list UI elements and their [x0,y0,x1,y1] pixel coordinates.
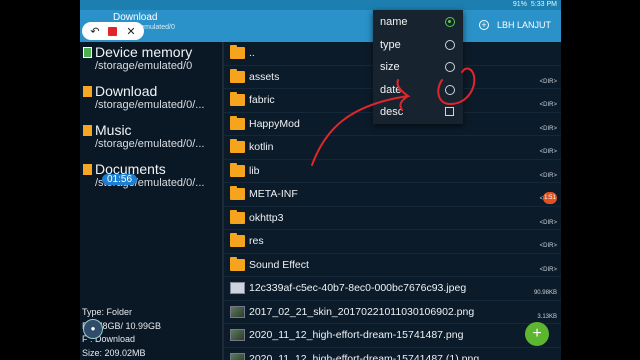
sort-option-type[interactable]: type [373,34,463,57]
place-name: Device memory [95,44,193,60]
file-meta: 3.13KB [537,313,557,320]
file-row[interactable]: kotlin <DIR> [224,136,561,160]
image-file-icon [230,305,245,318]
file-name: 12c339af-c5ec-40b7-8ec0-000bc7676c93.jpe… [249,282,467,294]
place-name: Music [95,122,132,138]
file-row[interactable]: lib <DIR> [224,160,561,183]
recording-timer: 01:56 [102,174,138,185]
place-path: /storage/emulated/0/... [95,138,205,150]
file-name: META-INF [249,188,298,200]
sort-option-label: date [380,83,402,96]
sort-option-label: size [380,61,400,73]
file-name: res [249,235,264,247]
add-fab-button[interactable]: + [525,322,549,346]
folder-icon [83,163,92,175]
file-row[interactable]: 12c339af-c5ec-40b7-8ec0-000bc7676c93.jpe… [224,277,561,301]
place-path: /storage/emulated/0 [95,60,193,72]
file-meta: <DIR> [539,102,557,108]
info-size: Size: 209.02MB [82,347,146,358]
notification-badge: 1:51 [543,192,557,204]
folder-icon [230,115,245,130]
place-device-memory[interactable]: Device memory /storage/emulated/0 [83,44,192,72]
app-header: Download /storage/emulated/0 + LBH LANJU… [80,10,561,42]
stop-record-icon[interactable] [108,26,118,36]
place-download[interactable]: Download /storage/emulated/0/... [83,83,204,111]
file-name: HappyMod [249,117,300,130]
file-meta: <DIR> [539,243,557,249]
sort-option-date[interactable]: date [373,79,463,102]
folder-icon [230,68,245,83]
screen-recorder-bar: ↶ ✕ [82,22,144,40]
radio-button[interactable] [445,17,455,27]
sort-menu: name type size date desc [373,10,463,124]
more-actions-label: LBH LANJUT [496,20,551,30]
file-meta: <DIR> [539,266,557,273]
place-documents[interactable]: Documents /storage/emulated/0/... [83,161,204,189]
file-meta: <DIR> [539,125,557,132]
folder-icon [83,85,92,97]
recorder-avatar-icon[interactable]: ● [83,319,103,339]
file-name: Sound Effect [249,258,309,271]
file-name: 2020_11_12_high-effort-dream-15741487 (1… [249,352,480,360]
more-actions-button[interactable]: + LBH LANJUT [478,20,551,30]
file-row[interactable]: 2020_11_12_high-effort-dream-15741487.pn… [224,324,561,348]
file-manager-screen: 91% 5:33 PM Download /storage/emulated/0… [80,0,561,360]
file-name: okhttp3 [249,211,284,224]
folder-icon [83,124,92,136]
folder-icon [230,162,245,177]
sort-option-label: name [380,16,408,28]
folder-icon [230,92,245,106]
folder-icon [230,209,245,224]
radio-button[interactable] [445,39,455,50]
radio-button[interactable] [445,84,455,95]
file-name: assets [249,70,280,83]
device-icon [83,46,92,58]
image-file-icon [230,329,245,341]
sort-option-label: type [380,38,401,51]
file-meta: <DIR> [539,149,557,155]
file-row[interactable]: okhttp3 <DIR> [224,207,561,230]
info-type: Type: Folder [82,307,133,317]
place-music[interactable]: Music /storage/emulated/0/... [83,122,204,150]
close-icon[interactable]: ✕ [126,25,135,38]
file-row[interactable]: META-INF<DIR> [224,183,561,207]
image-file-icon [230,352,245,360]
place-path: /storage/emulated/0/... [95,99,205,111]
battery-level: 91% [512,1,527,8]
sort-option-desc[interactable]: desc [373,101,463,124]
places-panel: Device memory /storage/emulated/0 Downlo… [80,42,222,360]
file-meta: 90.98KB [533,290,557,296]
radio-button[interactable] [445,62,455,72]
checkbox[interactable] [445,107,454,116]
folder-icon [230,233,245,247]
folder-icon [230,186,245,200]
file-row[interactable]: 2017_02_21_skin_20170221011030106902.png… [224,301,561,324]
folder-icon [230,256,245,271]
place-name: Download [95,83,158,99]
file-name: .. [249,47,255,59]
status-bar: 91% 5:33 PM [80,0,561,10]
file-row[interactable]: Sound Effect <DIR> [224,254,561,277]
sort-option-label: desc [380,106,404,118]
file-meta: <DIR> [539,172,557,179]
sort-option-name[interactable]: name [373,11,463,34]
folder-icon [230,45,245,59]
file-meta: <DIR> [539,78,557,85]
add-circle-icon: + [478,20,489,30]
image-file-icon [230,282,245,294]
clock: 5:33 PM [530,1,557,8]
file-name: 2017_02_21_skin_20170221011030106902.png [249,305,475,318]
file-meta: <DIR> [539,219,557,226]
sort-option-size[interactable]: size [373,56,463,79]
folder-icon [230,139,245,153]
undo-icon[interactable]: ↶ [90,25,99,38]
file-row[interactable]: res <DIR> [224,230,561,254]
file-row[interactable]: 2020_11_12_high-effort-dream-15741487 (1… [224,348,561,360]
file-name: lib [249,164,260,177]
file-name: 2020_11_12_high-effort-dream-15741487.pn… [249,329,464,341]
file-name: fabric [249,94,275,106]
file-name: kotlin [249,141,274,153]
